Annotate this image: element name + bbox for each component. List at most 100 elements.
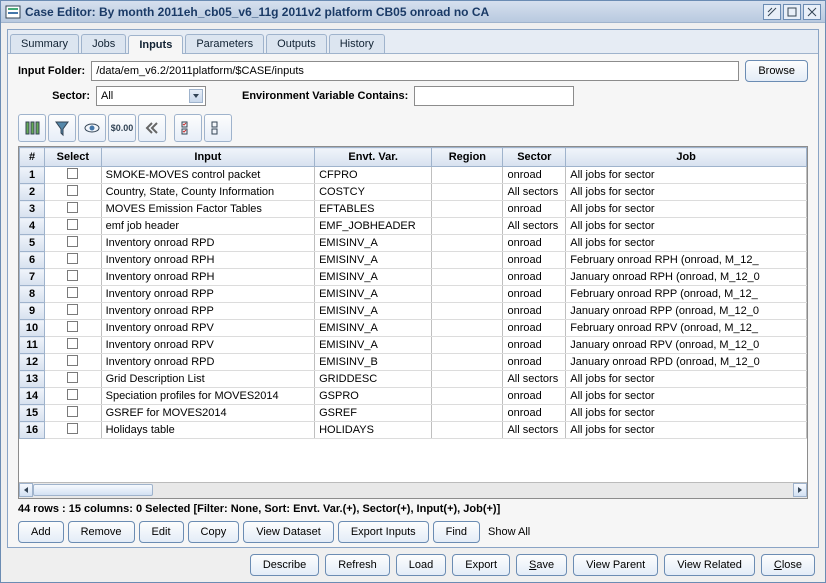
row-select-cell[interactable] xyxy=(45,405,102,422)
close-button[interactable] xyxy=(803,4,821,20)
row-select-cell[interactable] xyxy=(45,337,102,354)
scroll-left-icon[interactable] xyxy=(19,483,33,497)
cell-input: Inventory onroad RPV xyxy=(101,320,314,337)
input-folder-field[interactable] xyxy=(91,61,739,81)
tool-refresh[interactable] xyxy=(18,114,46,142)
table-row[interactable]: 7Inventory onroad RPHEMISINV_AonroadJanu… xyxy=(20,269,807,286)
copy-button[interactable]: Copy xyxy=(188,521,240,543)
column-header[interactable]: Region xyxy=(432,148,503,167)
row-select-cell[interactable] xyxy=(45,371,102,388)
row-select-cell[interactable] xyxy=(45,286,102,303)
sector-select[interactable]: All xyxy=(96,86,206,106)
describe-button[interactable]: Describe xyxy=(250,554,319,576)
column-header[interactable]: Input xyxy=(101,148,314,167)
app-icon xyxy=(5,4,21,20)
maximize-button[interactable] xyxy=(783,4,801,20)
table-row[interactable]: 9Inventory onroad RPPEMISINV_AonroadJanu… xyxy=(20,303,807,320)
row-select-cell[interactable] xyxy=(45,269,102,286)
view-related-button[interactable]: View Related xyxy=(664,554,755,576)
row-select-cell[interactable] xyxy=(45,184,102,201)
tool-uncheck-all[interactable] xyxy=(204,114,232,142)
row-select-cell[interactable] xyxy=(45,167,102,184)
show-all-label: Show All xyxy=(488,526,530,538)
tool-cost[interactable]: $0.00 xyxy=(108,114,136,142)
column-header[interactable]: Job xyxy=(566,148,807,167)
view-parent-button[interactable]: View Parent xyxy=(573,554,658,576)
tab-history[interactable]: History xyxy=(329,34,385,53)
export-button[interactable]: Export xyxy=(452,554,510,576)
cell-env: EMISINV_A xyxy=(315,252,432,269)
refresh-button[interactable]: Refresh xyxy=(325,554,390,576)
table-row[interactable]: 10Inventory onroad RPVEMISINV_AonroadFeb… xyxy=(20,320,807,337)
row-select-cell[interactable] xyxy=(45,218,102,235)
tool-first[interactable] xyxy=(138,114,166,142)
remove-button[interactable]: Remove xyxy=(68,521,135,543)
browse-button[interactable]: Browse xyxy=(745,60,808,82)
grid-scroll[interactable]: #SelectInputEnvt. Var.RegionSectorJob 1S… xyxy=(19,147,807,482)
cell-sector: All sectors xyxy=(503,184,566,201)
row-action-bar: Add Remove Edit Copy View Dataset Export… xyxy=(8,517,818,547)
row-number: 10 xyxy=(20,320,45,337)
table-row[interactable]: 4emf job headerEMF_JOBHEADERAll sectorsA… xyxy=(20,218,807,235)
cell-region xyxy=(432,320,503,337)
cell-input: Grid Description List xyxy=(101,371,314,388)
tab-inputs[interactable]: Inputs xyxy=(128,35,183,54)
save-button[interactable]: Save xyxy=(516,554,567,576)
table-row[interactable]: 5Inventory onroad RPDEMISINV_AonroadAll … xyxy=(20,235,807,252)
row-select-cell[interactable] xyxy=(45,235,102,252)
table-row[interactable]: 11Inventory onroad RPVEMISINV_AonroadJan… xyxy=(20,337,807,354)
inputs-grid: #SelectInputEnvt. Var.RegionSectorJob 1S… xyxy=(18,146,808,499)
table-row[interactable]: 6Inventory onroad RPHEMISINV_AonroadFebr… xyxy=(20,252,807,269)
scroll-right-icon[interactable] xyxy=(793,483,807,497)
column-header[interactable]: Sector xyxy=(503,148,566,167)
table-row[interactable]: 16Holidays tableHOLIDAYSAll sectorsAll j… xyxy=(20,422,807,439)
row-select-cell[interactable] xyxy=(45,422,102,439)
horizontal-scrollbar[interactable] xyxy=(19,482,807,498)
table-row[interactable]: 14Speciation profiles for MOVES2014GSPRO… xyxy=(20,388,807,405)
tool-view[interactable] xyxy=(78,114,106,142)
load-button[interactable]: Load xyxy=(396,554,446,576)
row-select-cell[interactable] xyxy=(45,252,102,269)
row-select-cell[interactable] xyxy=(45,388,102,405)
cell-region xyxy=(432,286,503,303)
table-row[interactable]: 3MOVES Emission Factor TablesEFTABLESonr… xyxy=(20,201,807,218)
scrollbar-thumb[interactable] xyxy=(33,484,153,496)
column-header[interactable]: Envt. Var. xyxy=(315,148,432,167)
table-row[interactable]: 2Country, State, County InformationCOSTC… xyxy=(20,184,807,201)
cell-job: January onroad RPV (onroad, M_12_0 xyxy=(566,337,807,354)
table-row[interactable]: 1SMOKE-MOVES control packetCFPROonroadAl… xyxy=(20,167,807,184)
tab-outputs[interactable]: Outputs xyxy=(266,34,327,53)
add-button[interactable]: Add xyxy=(18,521,64,543)
view-dataset-button[interactable]: View Dataset xyxy=(243,521,334,543)
env-var-field[interactable] xyxy=(414,86,574,106)
resize-diagonal-button[interactable] xyxy=(763,4,781,20)
table-row[interactable]: 13Grid Description ListGRIDDESCAll secto… xyxy=(20,371,807,388)
cell-env: HOLIDAYS xyxy=(315,422,432,439)
table-row[interactable]: 15GSREF for MOVES2014GSREFonroadAll jobs… xyxy=(20,405,807,422)
edit-button[interactable]: Edit xyxy=(139,521,184,543)
row-select-cell[interactable] xyxy=(45,354,102,371)
row-select-cell[interactable] xyxy=(45,303,102,320)
row-number: 1 xyxy=(20,167,45,184)
sector-label: Sector: xyxy=(18,90,90,102)
cell-region xyxy=(432,422,503,439)
show-all-checkbox[interactable]: Show All xyxy=(484,526,530,538)
close-footer-button[interactable]: Close xyxy=(761,554,815,576)
tab-parameters[interactable]: Parameters xyxy=(185,34,264,53)
tool-check-all[interactable] xyxy=(174,114,202,142)
find-button[interactable]: Find xyxy=(433,521,480,543)
column-header[interactable]: Select xyxy=(45,148,102,167)
table-row[interactable]: 12Inventory onroad RPDEMISINV_BonroadJan… xyxy=(20,354,807,371)
save-label-rest: ave xyxy=(536,559,554,571)
row-select-cell[interactable] xyxy=(45,201,102,218)
cell-sector: onroad xyxy=(503,354,566,371)
column-header[interactable]: # xyxy=(20,148,45,167)
table-row[interactable]: 8Inventory onroad RPPEMISINV_AonroadFebr… xyxy=(20,286,807,303)
tab-summary[interactable]: Summary xyxy=(10,34,79,53)
row-select-cell[interactable] xyxy=(45,320,102,337)
tool-filter[interactable] xyxy=(48,114,76,142)
cell-sector: onroad xyxy=(503,201,566,218)
tab-jobs[interactable]: Jobs xyxy=(81,34,126,53)
cell-region xyxy=(432,303,503,320)
export-inputs-button[interactable]: Export Inputs xyxy=(338,521,429,543)
